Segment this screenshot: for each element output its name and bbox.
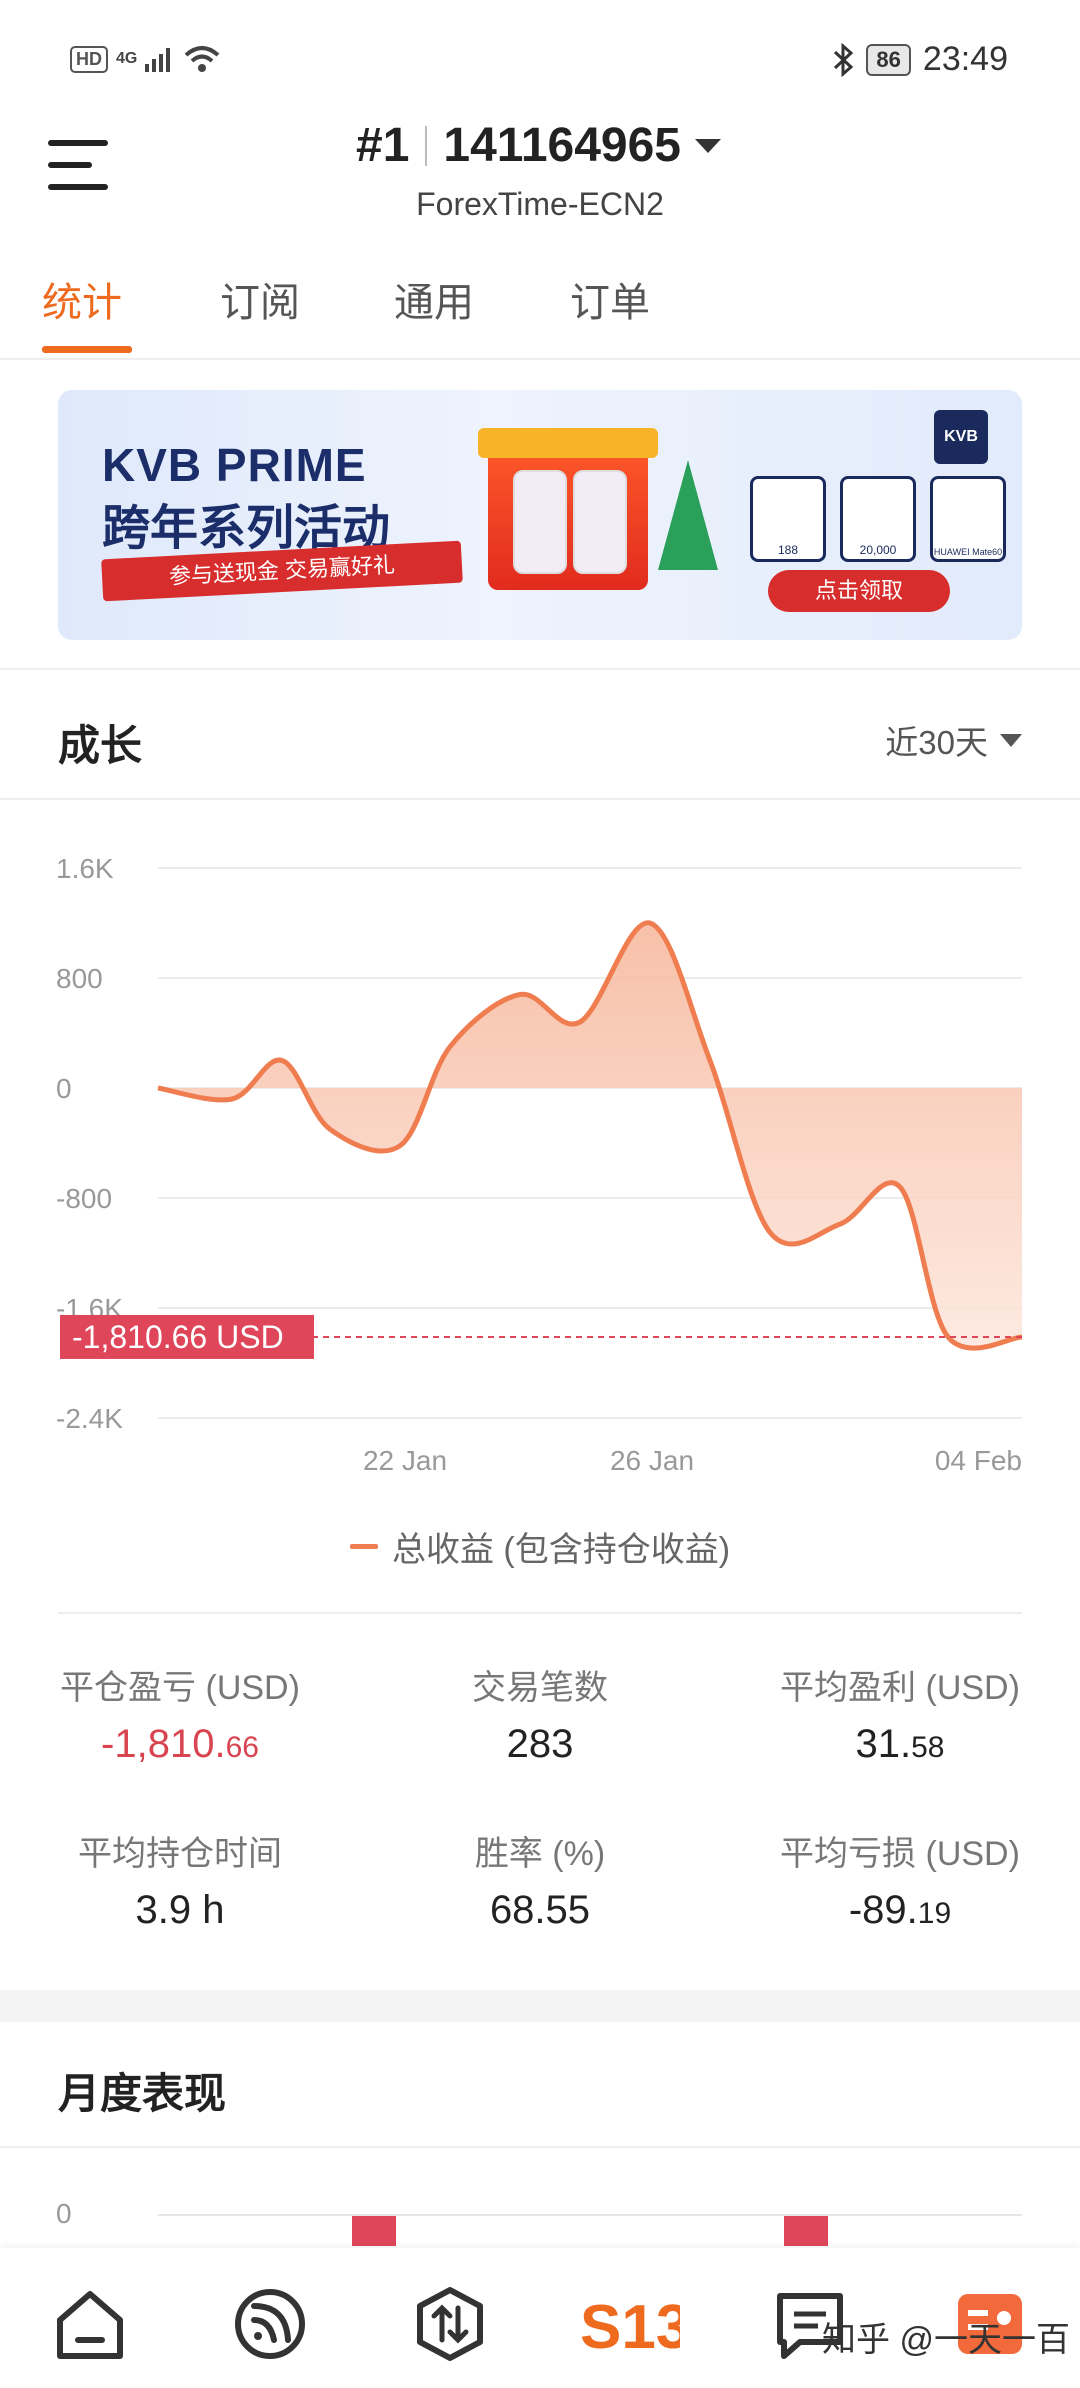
period-selector[interactable]: 近30天 (885, 716, 1022, 764)
stat-value-main: 31. (855, 1722, 912, 1766)
watermark: 知乎 @一天一百 (822, 2321, 1070, 2359)
stat-value-decimal: 66 (225, 1731, 259, 1764)
stat-label: 平仓盈亏 (USD) (60, 1669, 300, 1707)
section-title-growth: 成长 (58, 722, 143, 769)
stat-label: 交易笔数 (472, 1669, 608, 1707)
trade-icon[interactable] (410, 2284, 490, 2364)
tab-indicator (42, 346, 132, 353)
signal-icon[interactable] (230, 2284, 310, 2364)
prize-card: 20,000 (840, 476, 916, 562)
stat-value-decimal: 19 (917, 1897, 952, 1930)
battery-icon: 86 (866, 43, 911, 76)
stat-value: 283 (370, 1722, 710, 1767)
period-label: 近30天 (885, 724, 988, 761)
growth-chart[interactable]: 1.6K8000-800-1.6K-2.4K 22 Jan 26 Jan 04 Fe… (0, 800, 1080, 1500)
hd-icon: HD (70, 45, 108, 73)
stat-value: 68.55 (370, 1888, 710, 1933)
signal-strength-icon (145, 48, 171, 72)
stat-label: 平均持仓时间 (78, 1835, 282, 1873)
rank-label: #1 (356, 119, 410, 172)
stat-value: -89.19 (730, 1888, 1070, 1933)
prize-card: 188 (750, 476, 826, 562)
stat-value: 31.58 (730, 1722, 1070, 1767)
monthly-bar (352, 2216, 396, 2246)
legend-label: 总收益 (包含持仓收益) (391, 1531, 731, 1569)
stat-value: -1,810.66 (10, 1722, 350, 1767)
christmas-tree-icon (658, 460, 718, 570)
chevron-down-icon (1000, 733, 1022, 747)
current-value-label: -1,810.66 USD (72, 1319, 284, 1355)
x-tick-label: 22 Jan (363, 1445, 447, 1476)
monthly-axis-zero: 0 (56, 2198, 72, 2229)
stat-value-main: -1,810. (101, 1722, 226, 1766)
section-title-monthly: 月度表现 (58, 2070, 227, 2117)
y-tick-label: -800 (56, 1183, 112, 1214)
kvb-logo: KVB (934, 410, 988, 464)
s13-icon[interactable]: S13 (580, 2284, 680, 2364)
promo-banner[interactable]: KVB PRIME 跨年系列活动 参与送现金 交易赢好礼 KVB 188 20,… (58, 390, 1022, 640)
tab-general[interactable]: 通用 (394, 270, 474, 328)
x-tick-label: 04 Feb (935, 1445, 1022, 1476)
x-tick-label: 26 Jan (610, 1445, 694, 1476)
stat-label: 平均亏损 (USD) (780, 1835, 1020, 1873)
account-number: 141164965 (443, 119, 681, 172)
stat-value-decimal: 58 (911, 1731, 945, 1764)
y-tick-label: -2.4K (56, 1403, 123, 1434)
claim-button[interactable]: 点击领取 (768, 570, 950, 612)
phone-image (573, 470, 627, 574)
home-icon[interactable] (50, 2284, 130, 2364)
stat-value-main: 68.55 (489, 1888, 591, 1932)
banner-title: KVB PRIME (102, 439, 367, 491)
status-bar: HD 4G 86 23:49 (0, 0, 1080, 120)
phone-image (513, 470, 567, 574)
series-area (158, 922, 1022, 1349)
wifi-icon (185, 46, 220, 72)
tab-orders[interactable]: 订单 (570, 270, 650, 328)
bluetooth-icon (834, 42, 854, 77)
chart-legend: 总收益 (包含持仓收益) (0, 1522, 1080, 1571)
clock: 23:49 (922, 40, 1008, 78)
stat-value-main: 3.9 h (135, 1888, 225, 1932)
stat-value: 3.9 h (10, 1888, 350, 1933)
stat-label: 平均盈利 (USD) (780, 1669, 1020, 1707)
legend-swatch (349, 1544, 378, 1549)
network-label: 4G (116, 50, 138, 67)
server-name: ForexTime-ECN2 (416, 186, 664, 222)
chevron-down-icon (695, 138, 721, 153)
stat-label: 胜率 (%) (474, 1835, 606, 1873)
stat-value-main: -89. (848, 1888, 918, 1932)
y-tick-label: 0 (56, 1073, 72, 1104)
account-selector[interactable]: #1 141164965 (356, 118, 721, 173)
monthly-bar (784, 2216, 828, 2246)
y-tick-label: 800 (56, 963, 103, 994)
prize-card: HUAWEI Mate60 (930, 476, 1006, 562)
tab-subscribe[interactable]: 订阅 (220, 270, 300, 328)
stat-value-main: 283 (506, 1722, 574, 1766)
svg-text:S13: S13 (580, 2293, 680, 2362)
y-tick-label: 1.6K (56, 853, 114, 884)
tab-statistics[interactable]: 统计 (42, 270, 122, 328)
